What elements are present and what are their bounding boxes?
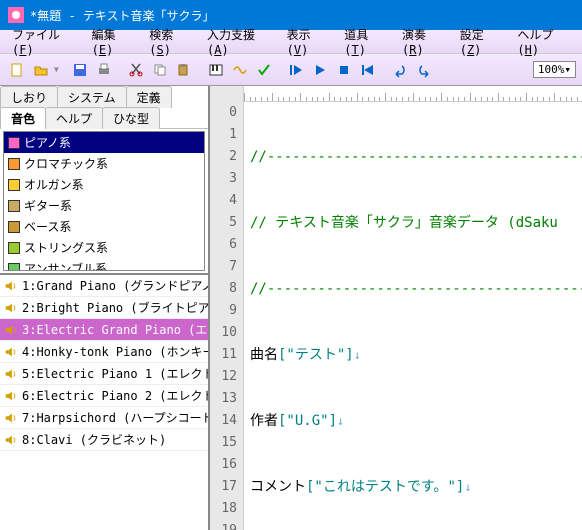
app-icon [8, 7, 24, 23]
play-start-button[interactable] [285, 59, 307, 81]
speaker-icon [4, 389, 18, 403]
instrument-item[interactable]: 4:Honky-tonk Piano (ホンキー [0, 341, 208, 363]
folder-icon [8, 263, 20, 272]
copy-button[interactable] [149, 59, 171, 81]
category-item[interactable]: オルガン系 [4, 174, 204, 195]
tab-bookmark[interactable]: しおり [0, 86, 58, 108]
print-button[interactable] [93, 59, 115, 81]
play-button[interactable] [309, 59, 331, 81]
line-gutter: 012345678910111213141516171819 [210, 86, 244, 530]
instrument-item[interactable]: 6:Electric Piano 2 (エレクトリッ [0, 385, 208, 407]
tab-template[interactable]: ひな型 [102, 107, 160, 129]
undo-button[interactable] [389, 59, 411, 81]
check-button[interactable] [253, 59, 275, 81]
folder-icon [8, 158, 20, 170]
instrument-item[interactable]: 2:Bright Piano (ブライトピアノ [0, 297, 208, 319]
category-item[interactable]: ベース系 [4, 216, 204, 237]
redo-button[interactable] [413, 59, 435, 81]
speaker-icon [4, 367, 18, 381]
new-button[interactable] [6, 59, 28, 81]
category-item[interactable]: ストリングス系 [4, 237, 204, 258]
speaker-icon [4, 279, 18, 293]
category-item[interactable]: クロマチック系 [4, 153, 204, 174]
folder-icon [8, 221, 20, 233]
zoom-select[interactable]: 100% ▾ [533, 61, 576, 78]
menu-input[interactable]: 入力支援(A) [199, 24, 279, 59]
menu-file[interactable]: ファイル(F) [4, 24, 84, 59]
speaker-icon [4, 345, 18, 359]
paste-button[interactable] [173, 59, 195, 81]
wave-button[interactable] [229, 59, 251, 81]
menu-help[interactable]: ヘルプ(H) [509, 24, 578, 59]
menu-play[interactable]: 演奏(R) [394, 24, 452, 59]
editor[interactable]: 012345678910111213141516171819 //-------… [210, 86, 582, 530]
cut-button[interactable] [125, 59, 147, 81]
instrument-item[interactable]: 1:Grand Piano (グランドピアノ) [0, 275, 208, 297]
window-title: *無題 - テキスト音楽「サクラ」 [30, 7, 215, 24]
speaker-icon [4, 433, 18, 447]
panel-tabs: しおり システム 定義 音色 ヘルプ ひな型 [0, 86, 208, 129]
instrument-item[interactable]: 7:Harpsichord (ハープシコード [0, 407, 208, 429]
rewind-button[interactable] [357, 59, 379, 81]
speaker-icon [4, 411, 18, 425]
tab-define[interactable]: 定義 [126, 86, 172, 108]
save-button[interactable] [69, 59, 91, 81]
folder-icon [8, 179, 20, 191]
stop-button[interactable] [333, 59, 355, 81]
menu-tools[interactable]: 道具(T) [336, 24, 394, 59]
speaker-icon [4, 301, 18, 315]
menu-view[interactable]: 表示(V) [279, 24, 337, 59]
folder-icon [8, 242, 20, 254]
instrument-item[interactable]: 3:Electric Grand Piano (エレク [0, 319, 208, 341]
tab-system[interactable]: システム [57, 86, 127, 108]
category-list[interactable]: ピアノ系クロマチック系オルガン系ギター系ベース系ストリングス系アンサンブル系 [3, 131, 205, 271]
instrument-item[interactable]: 5:Electric Piano 1 (エレクトリッ [0, 363, 208, 385]
menu-search[interactable]: 検索(S) [141, 24, 199, 59]
instrument-list[interactable]: 1:Grand Piano (グランドピアノ)2:Bright Piano (ブ… [0, 273, 208, 530]
tab-tone[interactable]: 音色 [0, 107, 46, 129]
tab-help[interactable]: ヘルプ [45, 107, 103, 129]
menu-edit[interactable]: 編集(E) [84, 24, 142, 59]
left-panel: しおり システム 定義 音色 ヘルプ ひな型 ピアノ系クロマチック系オルガン系ギ… [0, 86, 210, 530]
menu-settings[interactable]: 設定(Z) [452, 24, 510, 59]
ruler [244, 86, 582, 102]
code-area[interactable]: //--------------------------------------… [244, 86, 582, 530]
folder-icon [8, 137, 20, 149]
category-item[interactable]: ギター系 [4, 195, 204, 216]
speaker-icon [4, 323, 18, 337]
open-button[interactable] [30, 59, 52, 81]
menubar: ファイル(F) 編集(E) 検索(S) 入力支援(A) 表示(V) 道具(T) … [0, 30, 582, 54]
folder-icon [8, 200, 20, 212]
category-item[interactable]: アンサンブル系 [4, 258, 204, 271]
instrument-item[interactable]: 8:Clavi (クラビネット) [0, 429, 208, 451]
piano-button[interactable] [205, 59, 227, 81]
category-item[interactable]: ピアノ系 [4, 132, 204, 153]
